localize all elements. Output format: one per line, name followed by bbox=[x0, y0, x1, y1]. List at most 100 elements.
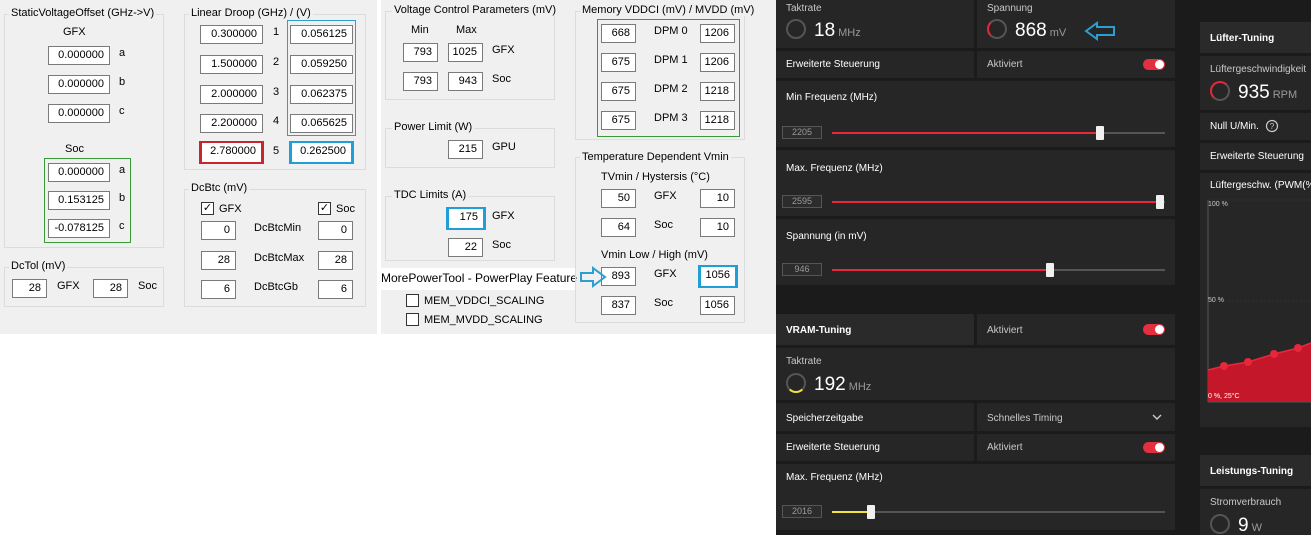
dcbtc-gfx-label: GFX bbox=[219, 203, 242, 215]
dcbtcmin-soc[interactable]: 0 bbox=[318, 221, 353, 240]
taktrate-value: 18 MHz bbox=[814, 20, 861, 41]
taktrate-label: Taktrate bbox=[786, 3, 822, 14]
gauge-icon bbox=[786, 373, 806, 393]
mem-mvdd-1[interactable]: 1206 bbox=[700, 53, 735, 72]
vc-soc-min[interactable]: 793 bbox=[403, 72, 438, 91]
coef-b: b bbox=[119, 192, 126, 204]
gauge-icon bbox=[987, 19, 1007, 39]
droop-v-3[interactable]: 0.062375 bbox=[290, 85, 353, 104]
vram-erweiterte-value: Aktiviert bbox=[987, 442, 1023, 453]
tdc-gfx[interactable]: 175 bbox=[449, 209, 483, 228]
dpm-0-label: DPM 0 bbox=[654, 25, 688, 37]
min-label: Min bbox=[411, 24, 429, 36]
static-gfx-b[interactable]: 0.000000 bbox=[48, 75, 110, 94]
mem-vddci-3[interactable]: 675 bbox=[601, 111, 636, 130]
vram-max-thumb[interactable] bbox=[867, 505, 875, 519]
vram-max-fill bbox=[832, 511, 868, 513]
erweiterte-toggle[interactable] bbox=[1143, 59, 1165, 70]
mem-vddci-1[interactable]: 675 bbox=[601, 53, 636, 72]
dcbtcmin-gfx[interactable]: 0 bbox=[201, 221, 236, 240]
vc-gfx-min[interactable]: 793 bbox=[403, 43, 438, 62]
droop-v-1[interactable]: 0.056125 bbox=[290, 25, 353, 44]
tvmin-gfx[interactable]: 50 bbox=[601, 189, 636, 208]
power-limit-gpu[interactable]: 215 bbox=[448, 140, 483, 159]
spannung-slider-value[interactable]: 946 bbox=[782, 263, 822, 276]
vmin-low-soc[interactable]: 837 bbox=[601, 296, 636, 315]
tdc-title: TDC Limits (A) bbox=[392, 189, 469, 201]
callout-label: MorePowerTool - PowerPlay Feature bbox=[379, 268, 577, 290]
chart-100-label: 100 % bbox=[1208, 201, 1228, 208]
vram-max-track bbox=[832, 511, 1165, 513]
dcbtc-soc-label: Soc bbox=[336, 203, 355, 215]
vram-takt-value: 192 MHz bbox=[814, 374, 872, 395]
vram-erweiterte-toggle[interactable] bbox=[1143, 442, 1165, 453]
help-icon[interactable]: ? bbox=[1265, 119, 1279, 133]
dcbtc-title: DcBtc (mV) bbox=[189, 182, 250, 194]
chevron-down-icon bbox=[1152, 414, 1162, 420]
dcbtcmax-soc[interactable]: 28 bbox=[318, 251, 353, 270]
mem-mvdd-3[interactable]: 1218 bbox=[700, 111, 735, 130]
droop-ghz-3[interactable]: 2.000000 bbox=[200, 85, 263, 104]
mem-mvdd-checkbox[interactable] bbox=[406, 313, 419, 326]
vram-toggle[interactable] bbox=[1143, 324, 1165, 335]
dcbtcmax-gfx[interactable]: 28 bbox=[201, 251, 236, 270]
droop-ghz-2[interactable]: 1.500000 bbox=[200, 55, 263, 74]
max-label: Max bbox=[456, 24, 477, 36]
vc-soc-max[interactable]: 943 bbox=[448, 72, 483, 91]
droop-v-2[interactable]: 0.059250 bbox=[290, 55, 353, 74]
chart-50-label: 50 % bbox=[1208, 297, 1224, 304]
erweiterte-label: Erweiterte Steuerung bbox=[786, 59, 880, 70]
droop-v-4[interactable]: 0.065625 bbox=[290, 114, 353, 133]
vmin-high-gfx[interactable]: 1056 bbox=[701, 267, 735, 286]
tdc-soc[interactable]: 22 bbox=[448, 238, 483, 257]
vram-max-label: Max. Frequenz (MHz) bbox=[786, 472, 883, 483]
static-soc-b[interactable]: 0.153125 bbox=[48, 191, 110, 210]
min-freq-value[interactable]: 2205 bbox=[782, 126, 822, 139]
min-freq-card bbox=[776, 81, 1175, 147]
droop-ghz-5[interactable]: 2.780000 bbox=[202, 143, 261, 162]
static-gfx-c[interactable]: 0.000000 bbox=[48, 104, 110, 123]
dcbtc-gfx-checkbox[interactable]: ✓ bbox=[201, 202, 214, 215]
droop-ghz-4[interactable]: 2.200000 bbox=[200, 114, 263, 133]
mem-mvdd-0[interactable]: 1206 bbox=[700, 24, 735, 43]
memory-title: Memory VDDCI (mV) / MVDD (mV) bbox=[580, 4, 757, 16]
max-freq-thumb[interactable] bbox=[1156, 195, 1164, 209]
static-soc-a[interactable]: 0.000000 bbox=[48, 163, 110, 182]
min-freq-fill bbox=[832, 132, 1100, 134]
mem-vddci-checkbox[interactable] bbox=[406, 294, 419, 307]
mem-vddci-0[interactable]: 668 bbox=[601, 24, 636, 43]
vram-max-value[interactable]: 2016 bbox=[782, 505, 822, 518]
mem-mvdd-2[interactable]: 1218 bbox=[700, 82, 735, 101]
vc-gfx-max[interactable]: 1025 bbox=[448, 43, 483, 62]
null-label: Null U/Min. bbox=[1210, 121, 1259, 132]
droop-ghz-1[interactable]: 0.300000 bbox=[200, 25, 263, 44]
dcbtcgb-gfx[interactable]: 6 bbox=[201, 280, 236, 299]
droop-index-5: 5 bbox=[273, 145, 280, 157]
hyst-soc[interactable]: 10 bbox=[700, 218, 735, 237]
static-gfx-a[interactable]: 0.000000 bbox=[48, 46, 110, 65]
chart-0-label: 0 %, 25°C bbox=[1208, 393, 1240, 400]
droop-v-5[interactable]: 0.262500 bbox=[292, 143, 351, 162]
max-freq-value[interactable]: 2595 bbox=[782, 195, 822, 208]
dcbtc-soc-checkbox[interactable]: ✓ bbox=[318, 202, 331, 215]
dctol-soc[interactable]: 28 bbox=[93, 279, 128, 298]
vc-gfx-label: GFX bbox=[492, 44, 515, 56]
power-limit-gpu-label: GPU bbox=[492, 141, 516, 153]
min-freq-thumb[interactable] bbox=[1096, 126, 1104, 140]
vc-soc-label: Soc bbox=[492, 73, 511, 85]
dcbtcgb-soc[interactable]: 6 bbox=[318, 280, 353, 299]
static-soc-c[interactable]: -0.078125 bbox=[48, 219, 110, 238]
strom-value: 9W bbox=[1238, 515, 1262, 535]
spannung-thumb[interactable] bbox=[1046, 263, 1054, 277]
tvmin-soc[interactable]: 64 bbox=[601, 218, 636, 237]
hyst-gfx[interactable]: 10 bbox=[700, 189, 735, 208]
coef-a: a bbox=[119, 47, 126, 59]
mem-vddci-2[interactable]: 675 bbox=[601, 82, 636, 101]
strom-label: Stromverbrauch bbox=[1210, 497, 1282, 508]
vmin-high-soc[interactable]: 1056 bbox=[700, 296, 735, 315]
dcbtcmin-label: DcBtcMin bbox=[254, 222, 302, 234]
mpt-window: StaticVoltageOffset (GHz->V) GFX 0.00000… bbox=[0, 0, 776, 334]
dctol-gfx[interactable]: 28 bbox=[12, 279, 47, 298]
gauge-icon bbox=[1210, 81, 1230, 101]
tdc-soc-label: Soc bbox=[492, 239, 511, 251]
